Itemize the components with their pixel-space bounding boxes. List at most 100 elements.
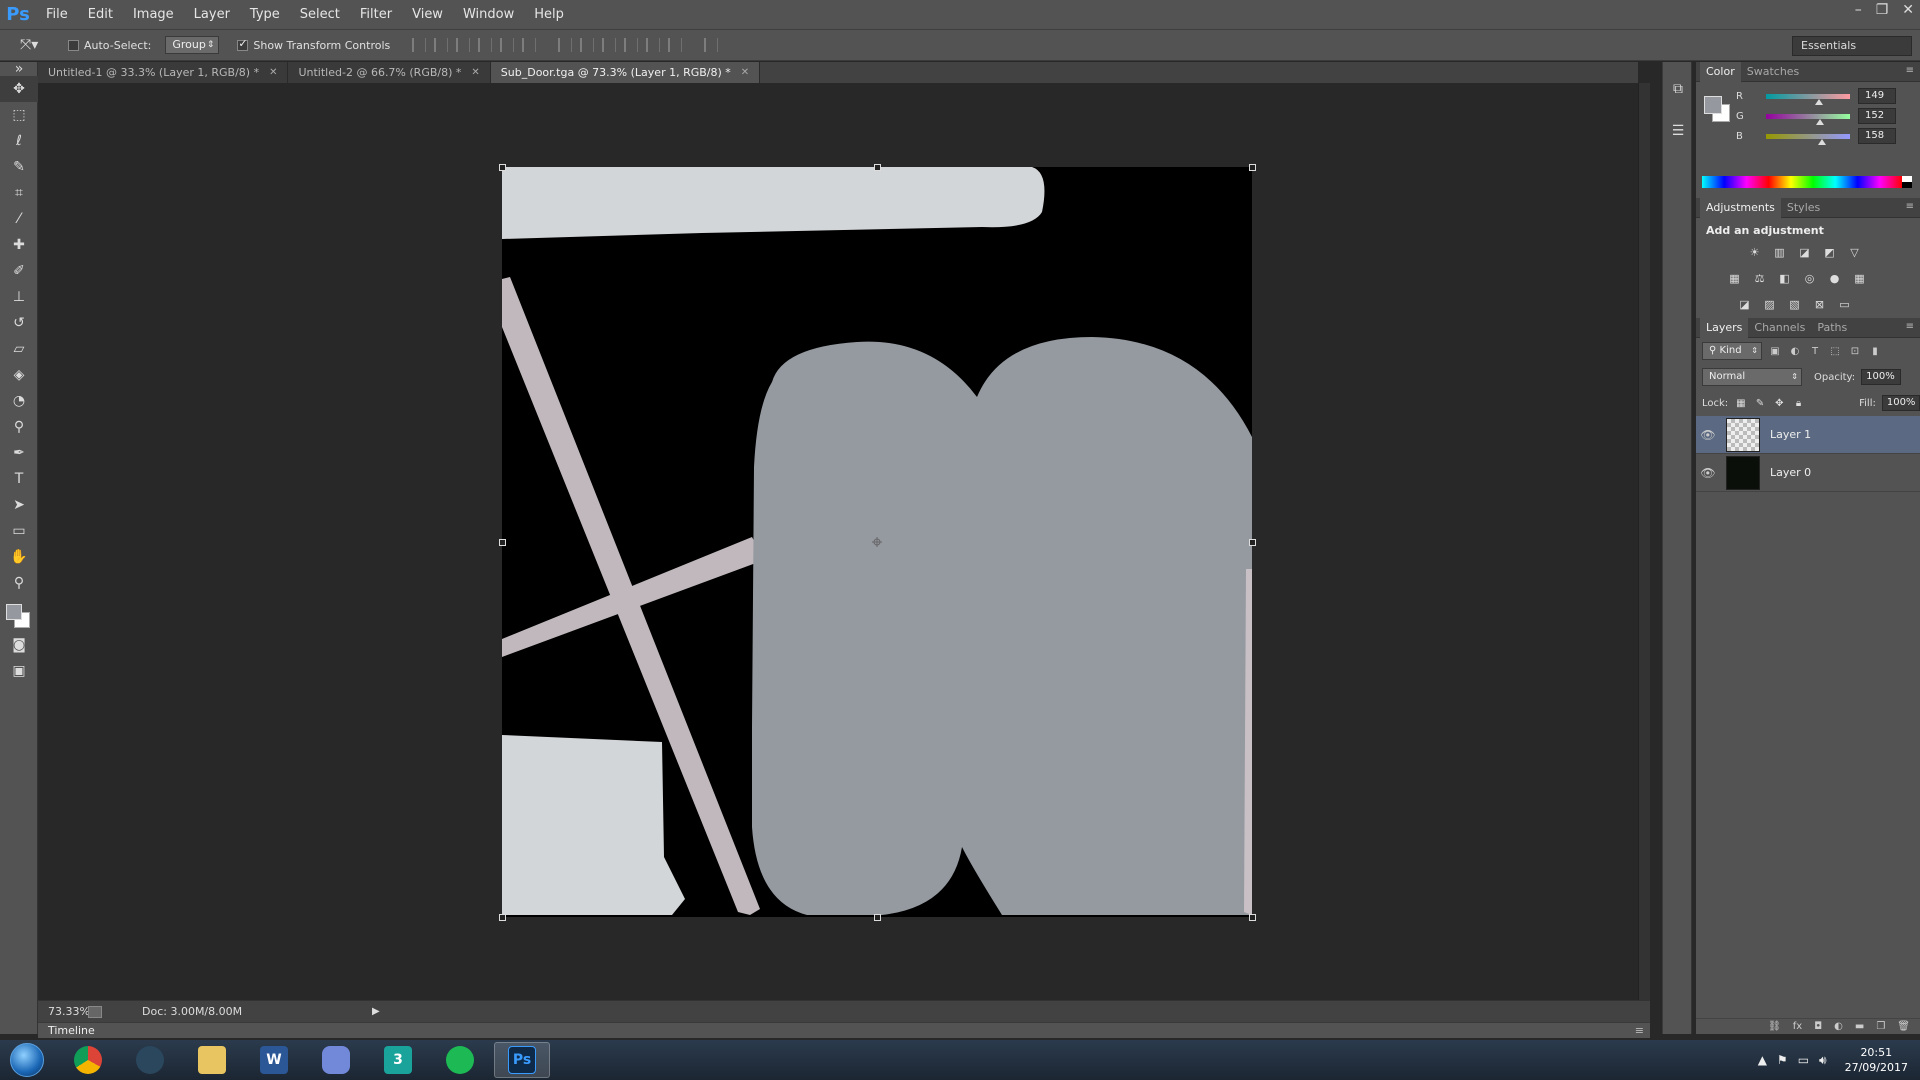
hand-tool-icon[interactable]: ✋: [0, 544, 38, 570]
tab-swatches[interactable]: Swatches: [1741, 62, 1806, 82]
toolbar-grip-icon[interactable]: »: [0, 61, 38, 77]
menu-file[interactable]: File: [36, 0, 78, 29]
transform-handle-middle-right[interactable]: [1249, 539, 1256, 546]
align-top-icon[interactable]: [412, 38, 427, 52]
quick-mask-icon[interactable]: ◙: [0, 632, 38, 658]
document-canvas[interactable]: [502, 167, 1252, 917]
clone-stamp-tool-icon[interactable]: ⊥: [0, 284, 38, 310]
history-brush-tool-icon[interactable]: ↺: [0, 310, 38, 336]
panel-menu-icon[interactable]: ≡: [1635, 1024, 1644, 1037]
type-filter-icon[interactable]: T: [1808, 344, 1822, 358]
brush-tool-icon[interactable]: ✐: [0, 258, 38, 284]
color-balance-icon[interactable]: ◧: [1776, 270, 1793, 287]
color-chips[interactable]: [0, 596, 38, 632]
brightness-icon[interactable]: ☀: [1746, 244, 1763, 261]
zoom-tool-icon[interactable]: ⚲: [0, 570, 38, 596]
posterize-icon[interactable]: ▨: [1761, 296, 1778, 313]
align-right-icon[interactable]: [522, 38, 537, 52]
show-transform-checkbox[interactable]: [237, 37, 249, 51]
red-slider-thumb[interactable]: [1815, 98, 1824, 105]
menu-window[interactable]: Window: [453, 0, 524, 29]
taskbar-word[interactable]: W: [246, 1042, 302, 1078]
foreground-color-swatch[interactable]: [1704, 96, 1722, 114]
distribute-top-icon[interactable]: [558, 38, 573, 52]
paint-bucket-tool-icon[interactable]: ◈: [0, 362, 38, 388]
lock-pixels-icon[interactable]: ✎: [1753, 396, 1766, 410]
transform-handle-bottom-center[interactable]: [874, 914, 881, 921]
auto-align-icon[interactable]: [704, 38, 719, 52]
opacity-field[interactable]: 100%: [1861, 369, 1902, 385]
shape-filter-icon[interactable]: ⬚: [1828, 344, 1842, 358]
distribute-left-icon[interactable]: [624, 38, 639, 52]
distribute-bottom-icon[interactable]: [602, 38, 617, 52]
dodge-tool-icon[interactable]: ⚲: [0, 414, 38, 440]
doc-tab-untitled-1[interactable]: Untitled-1 @ 33.3% (Layer 1, RGB/8) * ✕: [38, 62, 289, 83]
menu-view[interactable]: View: [402, 0, 453, 29]
levels-icon[interactable]: ▥: [1771, 244, 1788, 261]
new-adjustment-icon[interactable]: ◐: [1834, 1021, 1843, 1032]
red-slider[interactable]: [1766, 93, 1850, 105]
show-transform-option[interactable]: Show Transform Controls: [237, 37, 390, 52]
distribute-vcenter-icon[interactable]: [580, 38, 595, 52]
menu-select[interactable]: Select: [290, 0, 350, 29]
layer-row-layer-0[interactable]: 👁︎ Layer 0: [1696, 454, 1920, 492]
green-slider-thumb[interactable]: [1816, 118, 1825, 125]
align-bottom-icon[interactable]: [456, 38, 471, 52]
panel-menu-icon[interactable]: ≡: [1906, 65, 1914, 76]
close-icon[interactable]: ✕: [471, 67, 479, 78]
layer-name[interactable]: Layer 1: [1770, 428, 1811, 441]
transform-handle-bottom-left[interactable]: [499, 914, 506, 921]
quick-selection-tool-icon[interactable]: ✎: [0, 154, 38, 180]
bw-icon[interactable]: ◎: [1801, 270, 1818, 287]
history-panel-icon[interactable]: ⧉: [1663, 74, 1693, 104]
tab-layers[interactable]: Layers: [1700, 317, 1749, 338]
eyedropper-tool-icon[interactable]: ⁄: [0, 206, 38, 232]
adjustment-filter-icon[interactable]: ◐: [1788, 344, 1802, 358]
healing-brush-tool-icon[interactable]: ✚: [0, 232, 38, 258]
doc-tab-untitled-2[interactable]: Untitled-2 @ 66.7% (RGB/8) * ✕: [288, 62, 491, 83]
volume-icon[interactable]: 🔊︎: [1819, 1053, 1827, 1068]
close-icon[interactable]: ✕: [269, 67, 277, 78]
taskbar-explorer[interactable]: [184, 1042, 240, 1078]
menu-filter[interactable]: Filter: [350, 0, 402, 29]
channel-mixer-icon[interactable]: ▦: [1851, 270, 1868, 287]
gradient-map-icon[interactable]: ▭: [1836, 296, 1853, 313]
transform-handle-top-center[interactable]: [874, 164, 881, 171]
network-icon[interactable]: ▭: [1798, 1053, 1809, 1067]
marquee-tool-icon[interactable]: ⬚: [0, 102, 38, 128]
lock-transparency-icon[interactable]: ▦: [1734, 396, 1747, 410]
status-info-icon[interactable]: [88, 1005, 102, 1018]
layer-name[interactable]: Layer 0: [1770, 466, 1811, 479]
crop-tool-icon[interactable]: ⌗: [0, 180, 38, 206]
green-slider[interactable]: [1766, 113, 1850, 125]
panel-menu-icon[interactable]: ≡: [1906, 201, 1914, 212]
tab-adjustments[interactable]: Adjustments: [1700, 197, 1781, 218]
close-icon[interactable]: ✕: [741, 67, 749, 78]
taskbar-3dsmax[interactable]: 3: [370, 1042, 426, 1078]
canvas-area[interactable]: [38, 83, 1638, 1003]
path-selection-tool-icon[interactable]: ➤: [0, 492, 38, 518]
blue-value-field[interactable]: 158: [1858, 128, 1896, 144]
action-center-flag-icon[interactable]: ⚑: [1777, 1053, 1788, 1067]
exposure-icon[interactable]: ◩: [1821, 244, 1838, 261]
tab-color[interactable]: Color: [1700, 61, 1741, 82]
close-button[interactable]: ✕: [1902, 2, 1914, 18]
align-hcenter-icon[interactable]: [500, 38, 515, 52]
curves-icon[interactable]: ◪: [1796, 244, 1813, 261]
threshold-icon[interactable]: ▧: [1786, 296, 1803, 313]
minimize-button[interactable]: –: [1855, 2, 1862, 18]
filter-toggle-icon[interactable]: ▮: [1868, 344, 1882, 358]
visibility-eye-icon[interactable]: 👁︎: [1696, 428, 1720, 442]
pixel-filter-icon[interactable]: ▣: [1768, 344, 1782, 358]
workspace-dropdown[interactable]: Essentials: [1792, 36, 1912, 56]
screen-mode-icon[interactable]: ▣: [0, 658, 38, 684]
red-value-field[interactable]: 149: [1858, 88, 1896, 104]
invert-icon[interactable]: ◪: [1736, 296, 1753, 313]
taskbar-photoshop[interactable]: Ps: [494, 1042, 550, 1078]
eraser-tool-icon[interactable]: ▱: [0, 336, 38, 362]
layer-kind-filter[interactable]: ⚲ Kind: [1702, 342, 1762, 360]
start-button[interactable]: [0, 1040, 54, 1080]
doc-tab-sub-door[interactable]: Sub_Door.tga @ 73.3% (Layer 1, RGB/8) * …: [490, 62, 761, 83]
layer-style-icon[interactable]: fx: [1793, 1021, 1802, 1032]
lock-all-icon[interactable]: 🔒︎: [1792, 396, 1805, 410]
